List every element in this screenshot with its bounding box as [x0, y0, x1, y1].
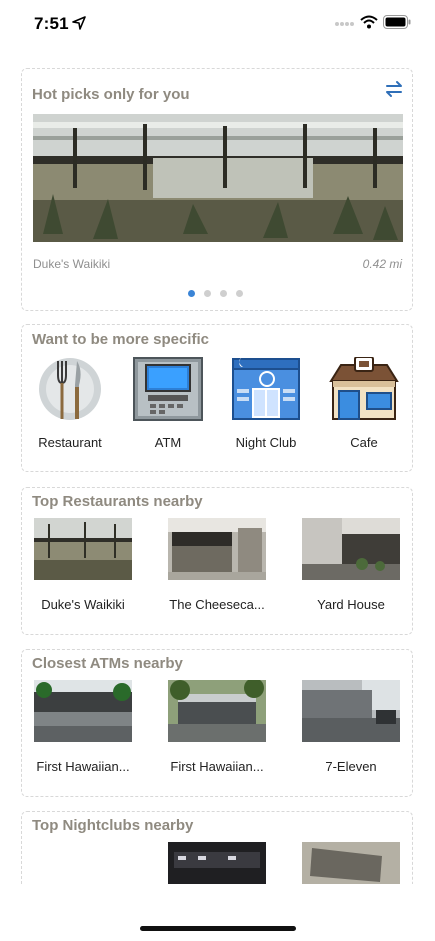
- atm-item[interactable]: First Hawaiian...: [167, 680, 267, 774]
- restaurant-thumbnail: [302, 518, 400, 580]
- cafe-storefront-icon: [329, 357, 399, 420]
- category-night-club-label: Night Club: [235, 435, 297, 450]
- atm-name: First Hawaiian...: [36, 759, 130, 774]
- page-dot[interactable]: [236, 290, 243, 297]
- top-restaurants-title: Top Restaurants nearby: [32, 493, 203, 510]
- category-atm[interactable]: ATM: [126, 357, 210, 450]
- atm-machine-icon: [133, 357, 203, 421]
- restaurant-thumbnail: [34, 518, 132, 580]
- top-nightclubs-title: Top Nightclubs nearby: [32, 817, 194, 834]
- home-indicator[interactable]: [140, 926, 296, 931]
- closest-atms-card: Closest ATMs nearby First Hawaiian... Fi…: [21, 649, 413, 797]
- status-time: 7:51: [34, 14, 69, 33]
- hot-picks-title: Hot picks only for you: [32, 86, 190, 103]
- atm-item[interactable]: 7-Eleven: [301, 680, 401, 774]
- restaurant-photo: [33, 114, 403, 242]
- category-atm-label: ATM: [154, 435, 182, 450]
- category-cafe[interactable]: Cafe: [322, 357, 406, 450]
- hot-pick-distance: 0.42 mi: [362, 257, 402, 271]
- category-restaurant-label: Restaurant: [38, 435, 102, 450]
- location-arrow-icon: [72, 16, 86, 30]
- category-title: Want to be more specific: [32, 331, 209, 348]
- wifi-icon: [360, 15, 378, 29]
- category-cafe-label: Cafe: [350, 435, 378, 450]
- closest-atms-title: Closest ATMs nearby: [32, 655, 183, 672]
- atm-name: First Hawaiian...: [170, 759, 264, 774]
- content-scroll-view[interactable]: Hot picks only for you Duke's Waikiki 0.…: [0, 48, 435, 884]
- page-dot[interactable]: [204, 290, 211, 297]
- atm-thumbnail: [34, 680, 132, 742]
- restaurant-name: The Cheeseca...: [169, 597, 265, 612]
- nightclub-thumbnail: [168, 842, 266, 884]
- fork-knife-plate-icon: [39, 358, 101, 420]
- atm-thumbnail: [302, 680, 400, 742]
- battery-icon: [383, 15, 411, 29]
- top-nightclubs-card: Top Nightclubs nearby: [21, 811, 413, 884]
- atm-name: 7-Eleven: [325, 759, 377, 774]
- restaurant-name: Duke's Waikiki: [41, 597, 125, 612]
- restaurant-thumbnail: [168, 518, 266, 580]
- hot-pick-name: Duke's Waikiki: [33, 257, 111, 271]
- page-dot-active[interactable]: [188, 290, 195, 297]
- shuffle-refresh-icon[interactable]: [384, 78, 404, 100]
- signal-dots-icon: [335, 22, 354, 26]
- restaurant-item[interactable]: Yard House: [301, 518, 401, 612]
- status-bar: 7:51: [0, 0, 435, 48]
- nightclub-thumbnail: [302, 842, 400, 884]
- nightclub-item[interactable]: [167, 842, 267, 884]
- top-restaurants-card: Top Restaurants nearby Duke's Waikiki Th…: [21, 487, 413, 635]
- category-restaurant[interactable]: Restaurant: [28, 357, 112, 450]
- page-dot[interactable]: [220, 290, 227, 297]
- night-club-building-icon: [232, 357, 300, 420]
- page-indicator[interactable]: [188, 290, 243, 297]
- hot-pick-photo[interactable]: [33, 114, 403, 242]
- restaurant-name: Yard House: [317, 597, 385, 612]
- atm-thumbnail: [168, 680, 266, 742]
- restaurant-item[interactable]: Duke's Waikiki: [33, 518, 133, 612]
- atm-item[interactable]: First Hawaiian...: [33, 680, 133, 774]
- nightclub-item[interactable]: [301, 842, 401, 884]
- hot-picks-card: Hot picks only for you Duke's Waikiki 0.…: [21, 68, 413, 311]
- restaurant-item[interactable]: The Cheeseca...: [167, 518, 267, 612]
- category-night-club[interactable]: Night Club: [224, 357, 308, 450]
- category-card: Want to be more specific Restaurant ATM …: [21, 324, 413, 472]
